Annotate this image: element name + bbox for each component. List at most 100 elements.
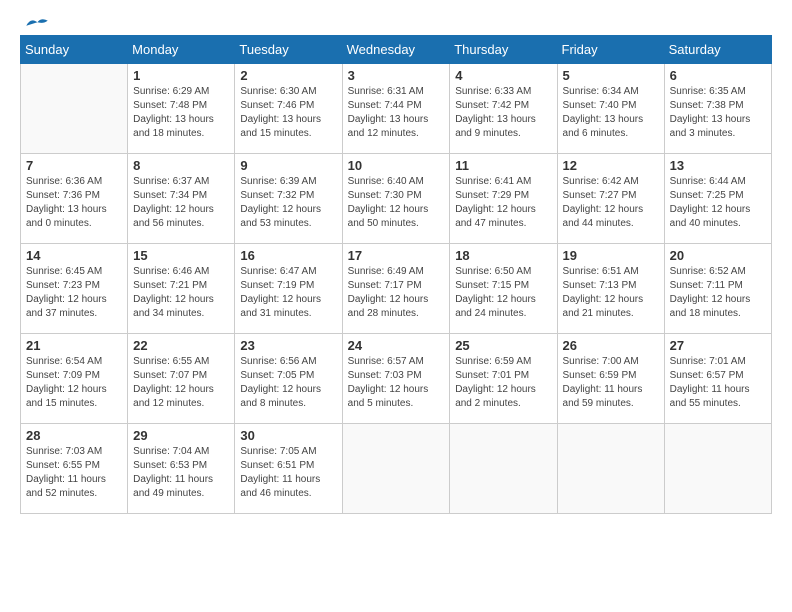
day-number: 19 (563, 248, 659, 263)
day-number: 3 (348, 68, 445, 83)
column-header-wednesday: Wednesday (342, 36, 450, 64)
calendar-cell: 9 Sunrise: 6:39 AMSunset: 7:32 PMDaylight… (235, 154, 342, 244)
day-number: 29 (133, 428, 229, 443)
logo-bird-icon (22, 15, 52, 33)
day-number: 9 (240, 158, 336, 173)
calendar-cell (664, 424, 771, 514)
week-row-1: 1 Sunrise: 6:29 AMSunset: 7:48 PMDaylight… (21, 64, 772, 154)
calendar-cell: 29Sunrise: 7:04 AMSunset: 6:53 PMDayligh… (128, 424, 235, 514)
calendar-cell: 21 Sunrise: 6:54 AMSunset: 7:09 PMDayligh… (21, 334, 128, 424)
day-info: Sunrise: 7:00 AMSunset: 6:59 PMDaylight:… (563, 355, 659, 411)
day-info: Sunrise: 6:52 AMSunset: 7:11 PMDaylight:… (670, 265, 766, 321)
day-info: Sunrise: 6:44 AMSunset: 7:25 PMDaylight:… (670, 175, 766, 231)
calendar-cell: 22 Sunrise: 6:55 AMSunset: 7:07 PMDayligh… (128, 334, 235, 424)
calendar-cell: 30 Sunrise: 7:05 AMSunset: 6:51 PMDayligh… (235, 424, 342, 514)
calendar-cell: 23 Sunrise: 6:56 AMSunset: 7:05 PMDayligh… (235, 334, 342, 424)
day-number: 6 (670, 68, 766, 83)
day-number: 22 (133, 338, 229, 353)
calendar-cell: 24 Sunrise: 6:57 AMSunset: 7:03 PMDayligh… (342, 334, 450, 424)
column-header-sunday: Sunday (21, 36, 128, 64)
day-number: 4 (455, 68, 551, 83)
day-info: Sunrise: 7:05 AMSunset: 6:51 PMDaylight:… (240, 445, 336, 501)
calendar-cell: 25Sunrise: 6:59 AMSunset: 7:01 PMDayligh… (450, 334, 557, 424)
week-row-3: 14 Sunrise: 6:45 AMSunset: 7:23 PMDayligh… (21, 244, 772, 334)
calendar-cell: 15 Sunrise: 6:46 AMSunset: 7:21 PMDayligh… (128, 244, 235, 334)
day-number: 2 (240, 68, 336, 83)
day-number: 23 (240, 338, 336, 353)
day-info: Sunrise: 6:37 AMSunset: 7:34 PMDaylight:… (133, 175, 229, 231)
day-number: 21 (26, 338, 122, 353)
day-number: 24 (348, 338, 445, 353)
calendar-cell: 27 Sunrise: 7:01 AMSunset: 6:57 PMDayligh… (664, 334, 771, 424)
column-header-tuesday: Tuesday (235, 36, 342, 64)
day-number: 5 (563, 68, 659, 83)
calendar-cell: 6 Sunrise: 6:35 AMSunset: 7:38 PMDaylight… (664, 64, 771, 154)
day-info: Sunrise: 6:49 AMSunset: 7:17 PMDaylight:… (348, 265, 445, 321)
day-info: Sunrise: 6:34 AMSunset: 7:40 PMDaylight:… (563, 85, 659, 141)
calendar-cell: 12 Sunrise: 6:42 AMSunset: 7:27 PMDayligh… (557, 154, 664, 244)
calendar-table: SundayMondayTuesdayWednesdayThursdayFrid… (20, 35, 772, 514)
day-info: Sunrise: 6:45 AMSunset: 7:23 PMDaylight:… (26, 265, 122, 321)
day-number: 11 (455, 158, 551, 173)
day-info: Sunrise: 6:40 AMSunset: 7:30 PMDaylight:… (348, 175, 445, 231)
day-number: 1 (133, 68, 229, 83)
day-number: 18 (455, 248, 551, 263)
calendar-cell: 28Sunrise: 7:03 AMSunset: 6:55 PMDayligh… (21, 424, 128, 514)
calendar-cell (557, 424, 664, 514)
calendar-cell: 13Sunrise: 6:44 AMSunset: 7:25 PMDayligh… (664, 154, 771, 244)
day-info: Sunrise: 6:59 AMSunset: 7:01 PMDaylight:… (455, 355, 551, 411)
day-info: Sunrise: 6:36 AMSunset: 7:36 PMDaylight:… (26, 175, 122, 231)
calendar-cell: 18 Sunrise: 6:50 AMSunset: 7:15 PMDayligh… (450, 244, 557, 334)
day-number: 10 (348, 158, 445, 173)
day-number: 7 (26, 158, 122, 173)
column-header-monday: Monday (128, 36, 235, 64)
day-number: 28 (26, 428, 122, 443)
day-info: Sunrise: 6:30 AMSunset: 7:46 PMDaylight:… (240, 85, 336, 141)
day-info: Sunrise: 6:47 AMSunset: 7:19 PMDaylight:… (240, 265, 336, 321)
day-number: 14 (26, 248, 122, 263)
day-info: Sunrise: 6:57 AMSunset: 7:03 PMDaylight:… (348, 355, 445, 411)
day-number: 15 (133, 248, 229, 263)
day-number: 17 (348, 248, 445, 263)
day-info: Sunrise: 6:42 AMSunset: 7:27 PMDaylight:… (563, 175, 659, 231)
calendar-cell: 2 Sunrise: 6:30 AMSunset: 7:46 PMDaylight… (235, 64, 342, 154)
week-row-2: 7 Sunrise: 6:36 AMSunset: 7:36 PMDaylight… (21, 154, 772, 244)
calendar-cell: 3 Sunrise: 6:31 AMSunset: 7:44 PMDaylight… (342, 64, 450, 154)
week-row-4: 21 Sunrise: 6:54 AMSunset: 7:09 PMDayligh… (21, 334, 772, 424)
calendar-cell: 20 Sunrise: 6:52 AMSunset: 7:11 PMDayligh… (664, 244, 771, 334)
calendar-cell: 7 Sunrise: 6:36 AMSunset: 7:36 PMDaylight… (21, 154, 128, 244)
day-info: Sunrise: 6:41 AMSunset: 7:29 PMDaylight:… (455, 175, 551, 231)
day-number: 20 (670, 248, 766, 263)
day-number: 26 (563, 338, 659, 353)
calendar-cell: 14 Sunrise: 6:45 AMSunset: 7:23 PMDayligh… (21, 244, 128, 334)
day-info: Sunrise: 6:50 AMSunset: 7:15 PMDaylight:… (455, 265, 551, 321)
day-number: 12 (563, 158, 659, 173)
column-header-saturday: Saturday (664, 36, 771, 64)
day-info: Sunrise: 6:51 AMSunset: 7:13 PMDaylight:… (563, 265, 659, 321)
day-number: 8 (133, 158, 229, 173)
day-info: Sunrise: 6:55 AMSunset: 7:07 PMDaylight:… (133, 355, 229, 411)
day-number: 30 (240, 428, 336, 443)
calendar-cell: 4 Sunrise: 6:33 AMSunset: 7:42 PMDaylight… (450, 64, 557, 154)
day-info: Sunrise: 6:33 AMSunset: 7:42 PMDaylight:… (455, 85, 551, 141)
calendar-cell: 10 Sunrise: 6:40 AMSunset: 7:30 PMDayligh… (342, 154, 450, 244)
column-header-friday: Friday (557, 36, 664, 64)
week-row-5: 28Sunrise: 7:03 AMSunset: 6:55 PMDayligh… (21, 424, 772, 514)
logo (20, 20, 52, 27)
day-info: Sunrise: 6:46 AMSunset: 7:21 PMDaylight:… (133, 265, 229, 321)
day-info: Sunrise: 6:56 AMSunset: 7:05 PMDaylight:… (240, 355, 336, 411)
day-info: Sunrise: 6:29 AMSunset: 7:48 PMDaylight:… (133, 85, 229, 141)
day-info: Sunrise: 6:35 AMSunset: 7:38 PMDaylight:… (670, 85, 766, 141)
day-info: Sunrise: 6:39 AMSunset: 7:32 PMDaylight:… (240, 175, 336, 231)
calendar-header-row: SundayMondayTuesdayWednesdayThursdayFrid… (21, 36, 772, 64)
calendar-cell: 26 Sunrise: 7:00 AMSunset: 6:59 PMDayligh… (557, 334, 664, 424)
calendar-cell: 1 Sunrise: 6:29 AMSunset: 7:48 PMDaylight… (128, 64, 235, 154)
calendar-cell: 17 Sunrise: 6:49 AMSunset: 7:17 PMDayligh… (342, 244, 450, 334)
day-number: 27 (670, 338, 766, 353)
day-number: 16 (240, 248, 336, 263)
calendar-cell (21, 64, 128, 154)
calendar-cell: 8 Sunrise: 6:37 AMSunset: 7:34 PMDaylight… (128, 154, 235, 244)
day-info: Sunrise: 7:01 AMSunset: 6:57 PMDaylight:… (670, 355, 766, 411)
day-info: Sunrise: 6:31 AMSunset: 7:44 PMDaylight:… (348, 85, 445, 141)
day-info: Sunrise: 6:54 AMSunset: 7:09 PMDaylight:… (26, 355, 122, 411)
